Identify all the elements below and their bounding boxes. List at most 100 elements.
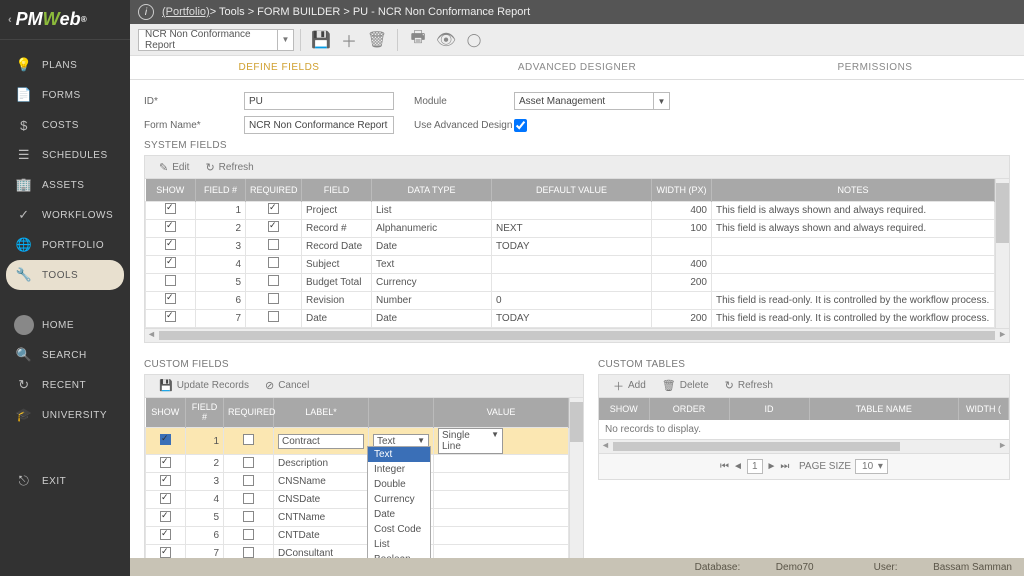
show-checkbox[interactable] <box>165 203 176 214</box>
show-checkbox[interactable] <box>165 275 176 286</box>
custom-vscroll[interactable] <box>569 398 583 559</box>
show-checkbox[interactable] <box>160 475 171 486</box>
nav-search[interactable]: 🔍SEARCH <box>0 340 130 370</box>
save-icon[interactable]: 💾 <box>307 30 335 50</box>
table-row[interactable]: 3Record DateDateTODAY <box>146 237 995 255</box>
required-checkbox[interactable] <box>243 529 254 540</box>
toggle-icon[interactable]: ◯ <box>460 32 488 48</box>
tab-advanced-designer[interactable]: ADVANCED DESIGNER <box>428 56 726 79</box>
table-row[interactable]: 4SubjectText400 <box>146 255 995 273</box>
form-selector-dropdown[interactable]: ▼ <box>278 29 294 51</box>
system-vscroll[interactable] <box>995 179 1009 328</box>
required-checkbox[interactable] <box>243 511 254 522</box>
table-row[interactable]: 7DateDateTODAY200This field is read-only… <box>146 309 995 327</box>
required-checkbox[interactable] <box>268 311 279 322</box>
required-checkbox[interactable] <box>268 275 279 286</box>
nav-tools[interactable]: 🔧TOOLS <box>6 260 124 290</box>
info-icon[interactable]: i <box>138 4 154 20</box>
tpager-prev-icon[interactable]: ◄ <box>733 461 743 472</box>
form-name-input[interactable] <box>244 116 394 134</box>
col-header[interactable]: DEFAULT VALUE <box>492 179 652 201</box>
adv-design-checkbox[interactable] <box>514 119 527 132</box>
tpage-size-select[interactable]: 10 ▾ <box>855 459 888 474</box>
tab-permissions[interactable]: PERMISSIONS <box>726 56 1024 79</box>
col-header[interactable]: WIDTH (PX) <box>652 179 712 201</box>
col-header[interactable]: TABLE NAME <box>809 398 959 420</box>
breadcrumb-link[interactable]: (Portfolio) <box>162 6 210 18</box>
collapse-icon[interactable]: ‹ <box>8 14 12 26</box>
table-row[interactable]: 5CNTName <box>146 509 569 527</box>
show-checkbox[interactable] <box>165 293 176 304</box>
required-checkbox[interactable] <box>268 293 279 304</box>
col-header[interactable]: REQUIRED <box>224 398 274 428</box>
nav-schedules[interactable]: ☰SCHEDULES <box>0 140 130 170</box>
add-button[interactable]: ＋Add <box>605 378 654 394</box>
show-checkbox[interactable] <box>160 493 171 504</box>
col-header[interactable]: FIELD # <box>186 398 224 428</box>
delete-button[interactable]: 🗑Delete <box>654 379 717 392</box>
view-icon[interactable]: 👁 <box>432 30 460 50</box>
col-header[interactable]: SHOW <box>599 398 649 420</box>
show-checkbox[interactable] <box>160 434 171 445</box>
nav-forms[interactable]: 📄FORMS <box>0 80 130 110</box>
tables-hscroll[interactable] <box>598 440 1010 454</box>
nav-costs[interactable]: $COSTS <box>0 110 130 140</box>
table-row[interactable]: 2Description <box>146 455 569 473</box>
nav-portfolio[interactable]: 🌐PORTFOLIO <box>0 230 130 260</box>
table-row[interactable]: 4CNSDate <box>146 491 569 509</box>
col-header[interactable]: ID <box>729 398 809 420</box>
required-checkbox[interactable] <box>243 434 254 445</box>
col-header[interactable]: FIELD <box>302 179 372 201</box>
show-checkbox[interactable] <box>160 547 171 558</box>
col-header[interactable]: VALUE <box>434 398 569 428</box>
col-header[interactable]: WIDTH ( <box>959 398 1009 420</box>
cancel-button[interactable]: ⊘Cancel <box>257 379 317 392</box>
tpager-last-icon[interactable]: ⏭ <box>780 461 789 472</box>
table-row[interactable]: 1ProjectList400This field is always show… <box>146 201 995 219</box>
col-header[interactable] <box>369 398 434 428</box>
nav-plans[interactable]: 💡PLANS <box>0 50 130 80</box>
add-icon[interactable]: ＋ <box>335 28 363 52</box>
nav-home[interactable]: HOME <box>0 310 130 340</box>
refresh-button[interactable]: ↻Refresh <box>197 161 261 174</box>
col-header[interactable]: FIELD # <box>196 179 246 201</box>
table-row[interactable]: 2Record #AlphanumericNEXT100This field i… <box>146 219 995 237</box>
col-header[interactable]: DATA TYPE <box>372 179 492 201</box>
col-header[interactable]: ORDER <box>649 398 729 420</box>
show-checkbox[interactable] <box>160 529 171 540</box>
type-dropdown-popup[interactable]: TextIntegerDoubleCurrencyDateCost CodeLi… <box>367 446 431 559</box>
nav-recent[interactable]: ↻RECENT <box>0 370 130 400</box>
system-hscroll[interactable] <box>144 329 1010 343</box>
tpager-page[interactable]: 1 <box>747 459 763 474</box>
tab-define-fields[interactable]: DEFINE FIELDS <box>130 56 428 79</box>
show-checkbox[interactable] <box>165 257 176 268</box>
form-selector[interactable]: NCR Non Conformance Report <box>138 29 278 51</box>
table-row[interactable]: 1ContractText▼Single Line▼ <box>146 428 569 455</box>
module-select[interactable] <box>514 92 654 110</box>
tpager-next-icon[interactable]: ► <box>767 461 777 472</box>
required-checkbox[interactable] <box>268 257 279 268</box>
nav-assets[interactable]: 🏢ASSETS <box>0 170 130 200</box>
table-row[interactable]: 6RevisionNumber0This field is read-only.… <box>146 291 995 309</box>
col-header[interactable]: REQUIRED <box>246 179 302 201</box>
value-cell[interactable]: Single Line▼ <box>434 428 569 455</box>
dropdown-option[interactable]: Currency <box>368 492 430 507</box>
table-row[interactable]: 5Budget TotalCurrency200 <box>146 273 995 291</box>
dropdown-option[interactable]: Double <box>368 477 430 492</box>
dropdown-option[interactable]: List <box>368 537 430 552</box>
required-checkbox[interactable] <box>268 203 279 214</box>
show-checkbox[interactable] <box>160 457 171 468</box>
id-input[interactable] <box>244 92 394 110</box>
module-dropdown-icon[interactable]: ▼ <box>654 92 670 110</box>
dropdown-option[interactable]: Integer <box>368 462 430 477</box>
required-checkbox[interactable] <box>243 475 254 486</box>
required-checkbox[interactable] <box>243 547 254 558</box>
delete-icon[interactable]: 🗑 <box>363 30 391 50</box>
col-header[interactable]: SHOW <box>146 179 196 201</box>
col-header[interactable]: LABEL* <box>274 398 369 428</box>
show-checkbox[interactable] <box>165 311 176 322</box>
required-checkbox[interactable] <box>268 221 279 232</box>
dropdown-option[interactable]: Text <box>368 447 430 462</box>
show-checkbox[interactable] <box>165 221 176 232</box>
table-row[interactable]: 6CNTDate <box>146 527 569 545</box>
